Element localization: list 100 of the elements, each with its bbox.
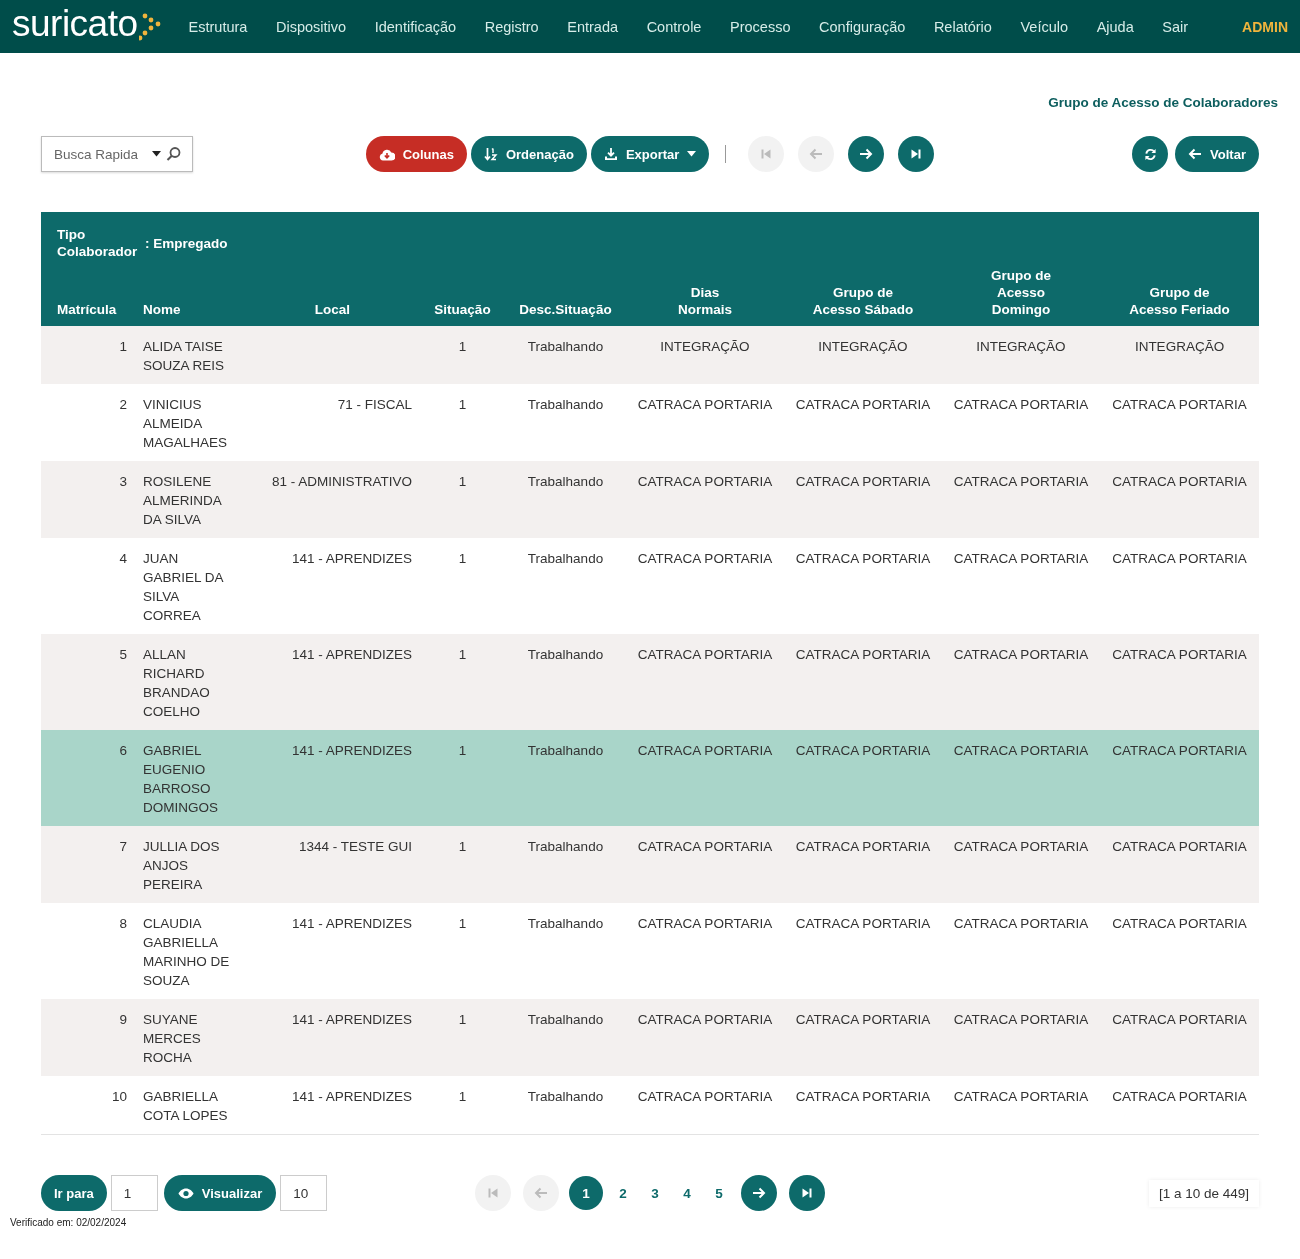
page-number-button[interactable]: 4 xyxy=(671,1177,703,1209)
export-button[interactable]: Exportar xyxy=(590,136,710,172)
table-row[interactable]: 4 JUAN GABRIEL DA SILVA CORREA 141 - APRENDIZES 1 Trabalhando CATRACA PORTARIA CATRACA PORTARIA CATRACA PORTARIA CATRACA PORTARIA xyxy=(41,538,1259,634)
table-cell: JUAN GABRIEL DA SILVA CORREA xyxy=(143,551,223,623)
table-cell: CATRACA PORTARIA xyxy=(637,839,773,854)
skip-first-icon xyxy=(760,148,773,160)
view-button[interactable]: Visualizar xyxy=(163,1175,277,1211)
table-row[interactable]: 1 ALIDA TAISE SOUZA REIS 1 Trabalhando INTEGRAÇÃO INTEGRAÇÃO INTEGRAÇÃO INTEGRAÇÃO xyxy=(41,326,1259,384)
table-cell: 3 xyxy=(119,474,127,489)
nav-menu-item[interactable]: Sair xyxy=(1162,18,1189,35)
nav-menu-item[interactable]: Estrutura xyxy=(188,18,248,35)
table-row[interactable]: 2 VINICIUS ALMEIDA MAGALHAES 71 - FISCAL 1 Trabalhando CATRACA PORTARIA CATRACA PORTARIA CATRACA PORTARIA CATRACA PORTARIA xyxy=(41,384,1259,461)
table-cell: 2 xyxy=(119,397,127,412)
arrow-left-icon xyxy=(534,1187,548,1199)
table-cell: CATRACA PORTARIA xyxy=(1112,839,1247,854)
column-header[interactable]: Nome xyxy=(135,267,245,326)
table-cell: 1 xyxy=(119,339,127,354)
table-cell: 4 xyxy=(119,551,127,566)
table-cell: INTEGRAÇÃO xyxy=(660,339,750,354)
nav-menu-item[interactable]: Configuração xyxy=(819,18,906,35)
column-header[interactable]: Local xyxy=(245,267,420,326)
nav-menu-item[interactable]: Entrada xyxy=(567,18,619,35)
group-value: : Empregado xyxy=(145,234,228,252)
table-row[interactable]: 8 CLAUDIA GABRIELLA MARINHO DE SOUZA 141 - APRENDIZES 1 Trabalhando CATRACA PORTARIA CATRACA PORTARIA CATRACA PORTARIA CATRACA PORTARIA xyxy=(41,903,1259,999)
download-icon xyxy=(603,147,618,161)
table-row[interactable]: 5 ALLAN RICHARD BRANDAO COELHO 141 - APRENDIZES 1 Trabalhando CATRACA PORTARIA CATRACA PORTARIA CATRACA PORTARIA CATRACA PORTARIA xyxy=(41,634,1259,730)
last-page-button[interactable] xyxy=(789,1175,825,1211)
page-input[interactable]: 1 xyxy=(110,1175,158,1211)
user-name[interactable]: ADMIN xyxy=(1242,18,1288,35)
table-cell: VINICIUS ALMEIDA MAGALHAES xyxy=(143,397,228,450)
column-header[interactable]: Matrícula xyxy=(41,267,135,326)
table-cell: Trabalhando xyxy=(527,1012,604,1027)
nav-menu-item[interactable]: Registro xyxy=(484,18,539,35)
table-cell: GABRIELLA COTA LOPES xyxy=(143,1089,228,1123)
table-cell: Trabalhando xyxy=(527,647,604,662)
page-size-input[interactable]: 10 xyxy=(280,1175,328,1211)
eye-icon xyxy=(177,1187,194,1199)
table-cell: 1 xyxy=(458,916,467,931)
arrow-left-icon xyxy=(809,148,824,160)
column-header[interactable]: Situação xyxy=(420,267,505,326)
page-number-button[interactable]: 3 xyxy=(639,1177,671,1209)
sort-button[interactable]: Ordenação xyxy=(470,136,587,172)
table-cell: 10 xyxy=(111,1089,127,1104)
table-cell: 141 - APRENDIZES xyxy=(291,743,412,758)
column-header[interactable]: Desc.Situação xyxy=(505,267,626,326)
arrow-right-icon xyxy=(752,1187,766,1199)
quick-search-field[interactable]: Busca Rapida xyxy=(41,136,193,172)
table-cell: 1344 - TESTE GUI xyxy=(298,839,412,854)
nav-menu-item[interactable]: Identificação xyxy=(374,18,457,35)
table-cell: Trabalhando xyxy=(527,551,604,566)
page-number-button[interactable]: 5 xyxy=(703,1177,735,1209)
sort-icon xyxy=(483,147,498,161)
table-cell: CATRACA PORTARIA xyxy=(1112,1089,1247,1104)
table-cell: 1 xyxy=(458,743,467,758)
table-cell: CATRACA PORTARIA xyxy=(637,743,773,758)
caret-icon xyxy=(152,151,161,157)
next-page-button[interactable] xyxy=(848,136,885,172)
table-cell: Trabalhando xyxy=(527,339,604,354)
refresh-button[interactable] xyxy=(1132,136,1169,172)
page-number-button[interactable]: 1 xyxy=(569,1176,603,1210)
table-cell: CATRACA PORTARIA xyxy=(953,474,1089,489)
column-header[interactable]: Grupo de Acesso Feriado xyxy=(1100,267,1259,326)
skip-first-icon xyxy=(487,1187,499,1199)
table-cell: Trabalhando xyxy=(527,1089,604,1104)
next-page-button[interactable] xyxy=(741,1175,777,1211)
table-row[interactable]: 10 GABRIELLA COTA LOPES 141 - APRENDIZES 1 Trabalhando CATRACA PORTARIA CATRACA PORTARIA CATRACA PORTARIA CATRACA PORTARIA xyxy=(41,1076,1259,1135)
nav-menu-item[interactable]: Veículo xyxy=(1020,18,1069,35)
table-row[interactable]: 6 GABRIEL EUGENIO BARROSO DOMINGOS 141 - APRENDIZES 1 Trabalhando CATRACA PORTARIA CATRACA PORTARIA CATRACA PORTARIA CATRACA PORTARIA xyxy=(41,730,1259,826)
table-cell: 9 xyxy=(119,1012,127,1027)
nav-menu-item[interactable]: Processo xyxy=(730,18,791,35)
column-header[interactable]: Grupo de Acesso Domingo xyxy=(942,267,1100,326)
table-cell: INTEGRAÇÃO xyxy=(1134,339,1225,354)
go-to-button[interactable]: Ir para xyxy=(41,1175,107,1211)
column-header[interactable]: Dias Normais xyxy=(626,267,784,326)
table-cell: Trabalhando xyxy=(527,474,604,489)
table-cell: CATRACA PORTARIA xyxy=(637,1012,773,1027)
table-cell: Trabalhando xyxy=(527,839,604,854)
table-cell: SUYANE MERCES ROCHA xyxy=(143,1012,201,1065)
table-cell: 8 xyxy=(119,916,127,931)
table-cell: CATRACA PORTARIA xyxy=(1112,474,1247,489)
table-cell: CLAUDIA GABRIELLA MARINHO DE SOUZA xyxy=(143,916,230,988)
table-cell: 81 - ADMINISTRATIVO xyxy=(271,474,412,489)
table-cell: CATRACA PORTARIA xyxy=(637,551,773,566)
logo-text: suricato xyxy=(12,5,138,42)
skip-last-icon xyxy=(910,148,923,160)
nav-menu-item[interactable]: Dispositivo xyxy=(276,18,347,35)
columns-button[interactable]: Colunas xyxy=(365,136,467,172)
table-row[interactable]: 7 JULLIA DOS ANJOS PEREIRA 1344 - TESTE GUI 1 Trabalhando CATRACA PORTARIA CATRACA PORTARIA CATRACA PORTARIA CATRACA PORTARIA xyxy=(41,826,1259,903)
page-number-button[interactable]: 2 xyxy=(607,1177,639,1209)
table-cell: CATRACA PORTARIA xyxy=(953,916,1089,931)
last-page-button[interactable] xyxy=(898,136,935,172)
back-button[interactable]: Voltar xyxy=(1175,136,1259,172)
table-cell: CATRACA PORTARIA xyxy=(1112,647,1247,662)
nav-menu-item[interactable]: Controle xyxy=(646,18,702,35)
table-cell: CATRACA PORTARIA xyxy=(953,551,1089,566)
nav-menu-item[interactable]: Ajuda xyxy=(1096,18,1134,35)
nav-menu-item[interactable]: Relatório xyxy=(933,18,992,35)
column-header[interactable]: Grupo de Acesso Sábado xyxy=(784,267,942,326)
table-row[interactable]: 9 SUYANE MERCES ROCHA 141 - APRENDIZES 1 Trabalhando CATRACA PORTARIA CATRACA PORTARIA CATRACA PORTARIA CATRACA PORTARIA xyxy=(41,999,1259,1076)
table-cell: CATRACA PORTARIA xyxy=(953,743,1089,758)
